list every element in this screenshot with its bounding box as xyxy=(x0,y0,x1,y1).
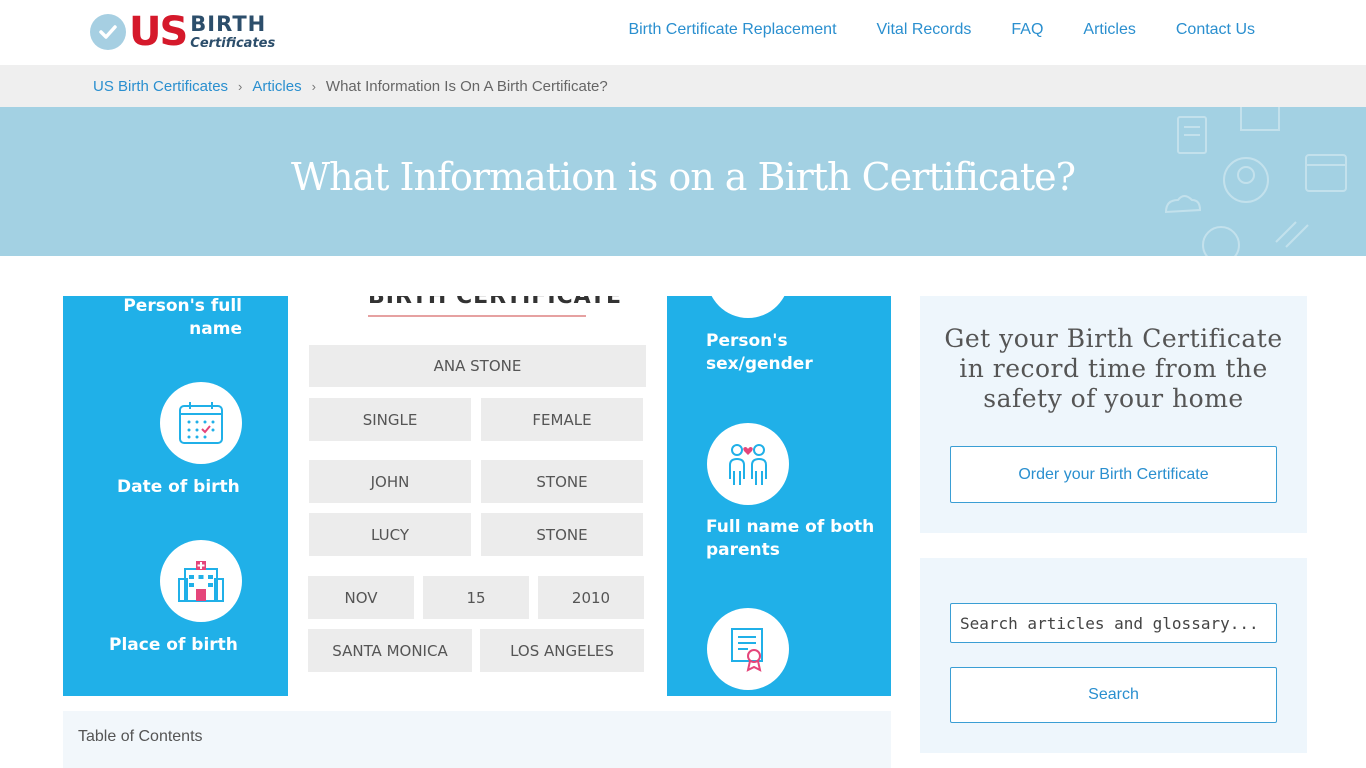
nav-faq[interactable]: FAQ xyxy=(1011,21,1043,39)
field-father-last: STONE xyxy=(481,460,643,503)
field-status: SINGLE xyxy=(309,398,471,441)
infographic-image: Person's full name Date of birth Place o… xyxy=(63,296,891,696)
certificate-icon xyxy=(707,608,789,690)
label-place-of-birth: Place of birth xyxy=(109,635,238,655)
certificate-title: BIRTH CERTIFICATE xyxy=(368,296,623,309)
search-button[interactable]: Search xyxy=(950,667,1277,723)
logo-us-text: US xyxy=(129,9,188,55)
breadcrumb-home[interactable]: US Birth Certificates xyxy=(93,78,228,95)
field-city: SANTA MONICA xyxy=(308,629,472,672)
nav-birth-certificate-replacement[interactable]: Birth Certificate Replacement xyxy=(628,21,836,39)
calendar-icon xyxy=(160,382,242,464)
label-full-name-parents: Full name of both parents xyxy=(706,517,875,560)
toc-label: Table of Contents xyxy=(78,728,203,745)
breadcrumb: US Birth Certificates › Articles › What … xyxy=(0,65,1366,107)
nav-contact-us[interactable]: Contact Us xyxy=(1176,21,1255,39)
infographic-right-panel: Person's sex/gender Full name of both pa… xyxy=(667,296,891,696)
field-county: LOS ANGELES xyxy=(480,629,644,672)
certificate-underline xyxy=(368,315,586,317)
nav-articles[interactable]: Articles xyxy=(1083,21,1135,39)
field-mother-first: LUCY xyxy=(309,513,471,556)
hero-banner: What Information is on a Birth Certifica… xyxy=(0,107,1366,256)
field-father-first: JOHN xyxy=(309,460,471,503)
hospital-icon xyxy=(160,540,242,622)
order-certificate-button[interactable]: Order your Birth Certificate xyxy=(950,446,1277,503)
search-card: Search xyxy=(920,558,1307,753)
breadcrumb-current: What Information Is On A Birth Certifica… xyxy=(325,77,608,95)
site-header: US BIRTH Certificates Birth Certificate … xyxy=(0,0,1366,65)
field-full-name: ANA STONE xyxy=(309,345,646,387)
breadcrumb-separator: › xyxy=(238,78,243,94)
field-year: 2010 xyxy=(538,576,644,619)
certificate-sample: BIRTH CERTIFICATE ANA STONE SINGLE FEMAL… xyxy=(288,296,667,696)
label-date-of-birth: Date of birth xyxy=(117,477,240,497)
site-logo[interactable]: US BIRTH Certificates xyxy=(90,8,275,56)
page-title: What Information is on a Birth Certifica… xyxy=(290,155,1076,199)
table-of-contents[interactable]: Table of Contents xyxy=(63,711,891,768)
logo-certificates-text: Certificates xyxy=(190,36,276,51)
check-icon xyxy=(90,14,126,50)
label-sex-gender: Person's sex/gender xyxy=(706,331,813,374)
gender-icon xyxy=(707,296,789,318)
field-day: 15 xyxy=(423,576,529,619)
nav-vital-records[interactable]: Vital Records xyxy=(877,21,972,39)
search-input[interactable] xyxy=(950,603,1277,643)
promo-heading: Get your Birth Certificate in record tim… xyxy=(944,324,1283,413)
logo-birth-text: BIRTH xyxy=(190,12,267,36)
field-mother-last: STONE xyxy=(481,513,643,556)
infographic-left-panel: Person's full name Date of birth Place o… xyxy=(63,296,288,696)
parents-icon xyxy=(707,423,789,505)
main-nav: Birth Certificate Replacement Vital Reco… xyxy=(628,21,1255,39)
breadcrumb-articles[interactable]: Articles xyxy=(252,78,301,95)
label-full-name: Person's full name xyxy=(123,296,242,339)
breadcrumb-separator: › xyxy=(311,78,316,94)
field-gender: FEMALE xyxy=(481,398,643,441)
order-promo-card: Get your Birth Certificate in record tim… xyxy=(920,296,1307,533)
field-month: NOV xyxy=(308,576,414,619)
